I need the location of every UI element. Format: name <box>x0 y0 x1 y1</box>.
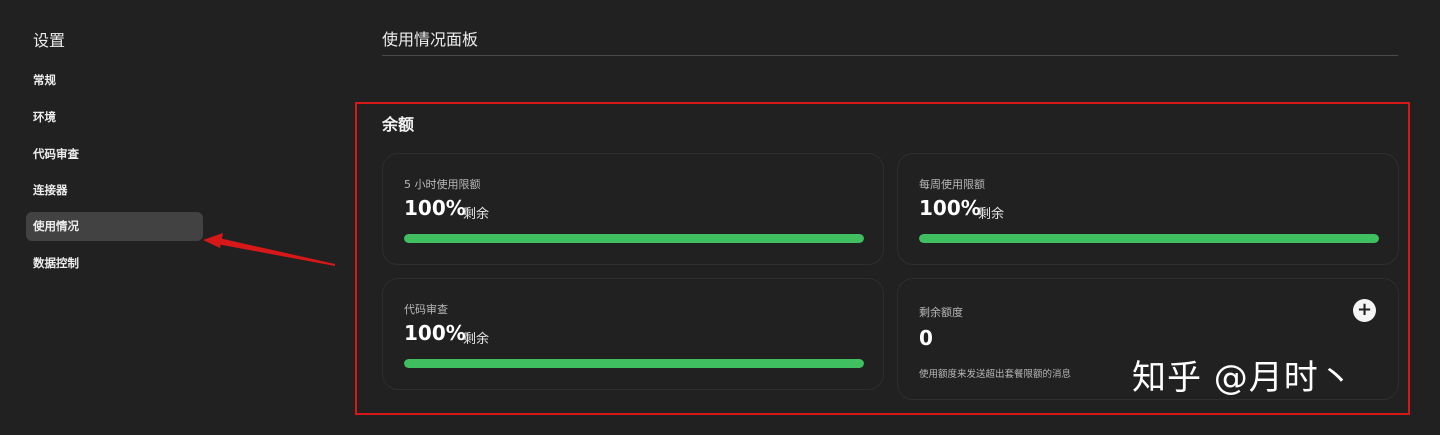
usage-card-5h-limit: 5 小时使用限额 100% 剩余 <box>382 153 884 265</box>
card-value: 100% <box>404 196 466 220</box>
sidebar-item-general[interactable]: 常规 <box>26 66 203 95</box>
card-note: 使用额度来发送超出套餐限额的消息 <box>919 369 1072 380</box>
usage-card-weekly-limit: 每周使用限额 100% 剩余 <box>897 153 1399 265</box>
progress-fill <box>919 234 1379 243</box>
settings-window: 设置 常规 环境 代码审查 连接器 使用情况 数据控制 使用情况面板 余额 5 … <box>0 0 1440 435</box>
settings-sidebar: 设置 常规 环境 代码审查 连接器 使用情况 数据控制 <box>0 0 220 435</box>
annotation-arrow <box>203 233 335 266</box>
card-value: 100% <box>919 196 981 220</box>
watermark: 知乎 @月时丶 <box>1132 358 1354 398</box>
sidebar-item-environment[interactable]: 环境 <box>26 103 203 132</box>
progress-bar <box>404 234 864 243</box>
page-title: 使用情况面板 <box>382 30 479 49</box>
card-label: 代码审查 <box>404 303 448 316</box>
sidebar-item-code-review[interactable]: 代码审查 <box>26 140 203 169</box>
sidebar-item-usage[interactable]: 使用情况 <box>26 212 203 241</box>
card-unit: 剩余 <box>463 332 490 347</box>
plus-icon[interactable]: + <box>1353 299 1376 322</box>
progress-fill <box>404 359 864 368</box>
title-divider <box>382 55 1398 56</box>
card-value: 100% <box>404 321 466 345</box>
card-value: 0 <box>919 326 933 350</box>
progress-bar <box>919 234 1379 243</box>
usage-card-code-review: 代码审查 100% 剩余 <box>382 278 884 390</box>
progress-bar <box>404 359 864 368</box>
card-unit: 剩余 <box>463 207 490 222</box>
progress-fill <box>404 234 864 243</box>
sidebar-title: 设置 <box>33 31 66 50</box>
card-unit: 剩余 <box>978 207 1005 222</box>
card-label: 每周使用限额 <box>919 178 985 191</box>
section-title-balance: 余额 <box>382 115 415 134</box>
sidebar-item-data-controls[interactable]: 数据控制 <box>26 249 203 278</box>
card-label: 5 小时使用限额 <box>404 178 481 191</box>
card-label: 剩余额度 <box>919 306 963 319</box>
sidebar-item-connectors[interactable]: 连接器 <box>26 176 203 205</box>
